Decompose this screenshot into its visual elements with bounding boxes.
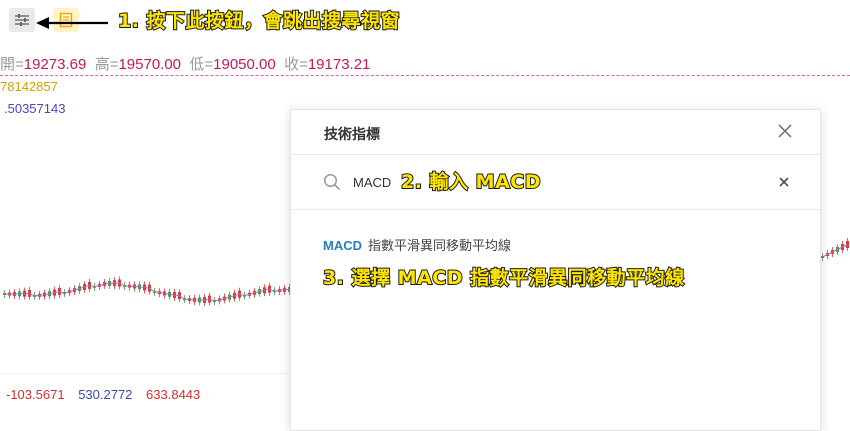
low-value: 19050.00 <box>213 56 276 73</box>
macd-histogram-value: 633.8443 <box>146 387 201 402</box>
search-icon <box>323 173 341 191</box>
last-price-line <box>0 75 850 76</box>
macd-signal-value: 530.2772 <box>78 387 133 402</box>
annotation-step3: 3. 選擇 MACD 指數平滑異同移動平均線 <box>322 266 685 290</box>
close-button[interactable] <box>774 120 796 142</box>
pane-divider <box>0 373 290 374</box>
candlestick-chart-right[interactable] <box>818 230 850 270</box>
result-item-macd[interactable]: MACD 指數平滑異同移動平均線 <box>323 235 511 254</box>
high-value: 19570.00 <box>118 56 182 73</box>
ma-yellow-value: 78142857 <box>0 79 58 94</box>
search-bar <box>291 155 820 210</box>
sliders-icon <box>15 14 29 26</box>
close-value: 19173.21 <box>307 56 371 73</box>
annotation-step1: 1. 按下此按鈕，會跳出搜尋視窗 <box>117 9 401 33</box>
candlestick-chart[interactable] <box>0 255 292 315</box>
clear-icon <box>779 177 789 187</box>
macd-values: -103.5671 530.2772 633.8443 <box>6 387 210 402</box>
result-description: 指數平滑異同移動平均線 <box>368 238 512 253</box>
dialog-title: 技術指標 <box>324 126 380 142</box>
moving-average-line <box>822 244 848 258</box>
annotation-arrow-icon <box>36 17 108 29</box>
dialog-header: 技術指標 <box>291 110 820 155</box>
close-label: 收= <box>284 56 308 73</box>
moving-average-line <box>4 282 290 302</box>
open-value: 19273.69 <box>23 56 87 73</box>
clear-search-button[interactable] <box>776 174 792 190</box>
ohlc-readout: 開=19273.69 高=19570.00 低=19050.00 收=19173… <box>0 53 370 74</box>
open-label: 開= <box>0 56 24 73</box>
close-icon <box>778 124 792 138</box>
indicator-button[interactable] <box>9 8 35 32</box>
result-code: MACD <box>323 238 362 253</box>
high-label: 高= <box>94 56 119 73</box>
ma-purple-value: .50357143 <box>4 101 66 116</box>
annotation-step2: 2. 輸入 MACD <box>400 170 542 194</box>
low-label: 低= <box>189 56 214 73</box>
macd-value: -103.5671 <box>6 387 65 402</box>
